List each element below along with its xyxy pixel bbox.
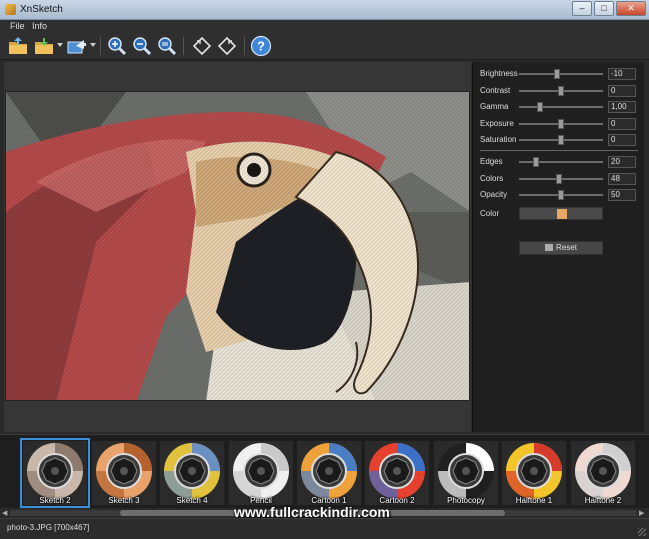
preset-label: Sketch 3 (108, 496, 140, 505)
rotate-left-icon[interactable] (191, 35, 213, 57)
preset-cartoon-2[interactable]: Cartoon 2 (365, 441, 429, 505)
exposure-row: Exposure 0 (473, 117, 645, 131)
edges-value-field[interactable]: 20 (608, 156, 636, 168)
save-dropdown-icon[interactable] (57, 43, 63, 47)
opacity-value-field[interactable]: 50 (608, 189, 636, 201)
preset-sketch-4[interactable]: Sketch 4 (160, 441, 224, 505)
preset-halftone-1[interactable]: Halftone 1 (502, 441, 566, 505)
saturation-slider-thumb[interactable] (558, 135, 564, 145)
opacity-slider-thumb[interactable] (558, 190, 564, 200)
status-file-info: photo-3.JPG [700x467] (7, 523, 90, 532)
save-folder-icon[interactable] (33, 35, 55, 57)
zoom-in-icon[interactable] (106, 35, 128, 57)
preset-photocopy[interactable]: Photocopy (434, 441, 498, 505)
saturation-row: Saturation 0 (473, 133, 645, 147)
saturation-slider[interactable] (519, 135, 603, 145)
opacity-slider[interactable] (519, 190, 603, 200)
export-dropdown-icon[interactable] (90, 43, 96, 47)
saturation-label: Saturation (480, 135, 517, 144)
reset-icon (545, 244, 554, 251)
preset-label: Photocopy (447, 496, 485, 505)
colors-value-field[interactable]: 48 (608, 173, 636, 185)
resize-grip-icon[interactable] (638, 528, 646, 536)
rotate-right-icon[interactable] (216, 35, 238, 57)
edges-label: Edges (480, 157, 503, 166)
title-bar: XnSketch – □ ✕ (0, 0, 649, 20)
exposure-slider-thumb[interactable] (558, 119, 564, 129)
export-icon[interactable] (66, 35, 88, 57)
menu-file[interactable]: File (10, 21, 25, 31)
color-label: Color (480, 209, 500, 218)
help-icon[interactable]: ? (250, 35, 272, 57)
contrast-value-field[interactable]: 0 (608, 85, 636, 97)
zoom-out-icon[interactable] (131, 35, 153, 57)
opacity-label: Opacity (480, 190, 508, 199)
zoom-fit-icon[interactable] (156, 35, 178, 57)
preset-label: Sketch 4 (176, 496, 208, 505)
contrast-label: Contrast (480, 86, 511, 95)
edges-slider[interactable] (519, 157, 603, 167)
toolbar-separator (244, 37, 245, 55)
preset-cartoon-1[interactable]: Cartoon 1 (297, 441, 361, 505)
exposure-label: Exposure (480, 119, 514, 128)
status-bar: photo-3.JPG [700x467] (0, 518, 649, 539)
exposure-slider[interactable] (519, 119, 603, 129)
brightness-label: Brightness (480, 69, 518, 78)
maximize-button[interactable]: □ (594, 1, 614, 16)
brightness-slider-thumb[interactable] (553, 69, 560, 79)
edges-slider-thumb[interactable] (532, 157, 539, 167)
color-row: Color (473, 207, 645, 221)
gamma-slider[interactable] (519, 102, 603, 112)
preset-pencil[interactable]: Pencil (229, 441, 293, 505)
colors-slider-thumb[interactable] (556, 174, 563, 184)
preset-strip: Sketch 2 Sketch 3 Sketch 4 Pencil Cartoon 1C… (0, 434, 649, 508)
menu-bar: File Info (0, 20, 649, 33)
scroll-right-icon[interactable]: ▶ (639, 509, 644, 517)
color-picker-button[interactable] (519, 207, 603, 220)
svg-text:?: ? (257, 39, 265, 54)
gamma-slider-thumb[interactable] (537, 102, 543, 112)
reset-label: Reset (556, 243, 577, 252)
colors-slider[interactable] (519, 174, 603, 184)
preset-sketch-3[interactable]: Sketch 3 (92, 441, 156, 505)
gamma-label: Gamma (480, 102, 509, 111)
panel-divider (480, 150, 638, 151)
scroll-left-icon[interactable]: ◀ (2, 509, 7, 517)
contrast-row: Contrast 0 (473, 84, 645, 98)
saturation-value-field[interactable]: 0 (608, 134, 636, 146)
minimize-button[interactable]: – (572, 1, 592, 16)
colors-label: Colors (480, 174, 504, 183)
toolbar-separator (183, 37, 184, 55)
colors-row: Colors 48 (473, 172, 645, 186)
brightness-slider[interactable] (519, 69, 603, 79)
toolbar: ? (0, 33, 649, 60)
exposure-value-field[interactable]: 0 (608, 118, 636, 130)
contrast-slider[interactable] (519, 86, 603, 96)
preset-halftone-2[interactable]: Halftone 2 (571, 441, 635, 505)
window-title: XnSketch (20, 4, 63, 15)
close-button[interactable]: ✕ (616, 1, 646, 16)
gamma-value-field[interactable]: 1,00 (608, 101, 636, 113)
edges-row: Edges 20 (473, 155, 645, 169)
preset-sketch-2[interactable]: Sketch 2 (20, 438, 90, 508)
settings-panel: Brightness -10 Contrast 0 Gamma 1,00 Exposure 0… (472, 62, 644, 432)
brightness-row: Brightness -10 (473, 67, 645, 81)
open-folder-icon[interactable] (7, 35, 29, 57)
preset-label: Halftone 1 (515, 496, 553, 505)
brightness-value-field[interactable]: -10 (608, 68, 636, 80)
menu-info[interactable]: Info (32, 21, 47, 31)
reset-button[interactable]: Reset (519, 241, 603, 255)
color-swatch (557, 209, 567, 219)
app-logo-icon (5, 4, 16, 15)
contrast-slider-thumb[interactable] (558, 86, 564, 96)
sketch-preview-image[interactable] (5, 91, 470, 401)
preset-label: Sketch 2 (39, 496, 71, 505)
gamma-row: Gamma 1,00 (473, 100, 645, 114)
preset-label: Halftone 2 (584, 496, 622, 505)
toolbar-separator (100, 37, 101, 55)
opacity-row: Opacity 50 (473, 188, 645, 202)
